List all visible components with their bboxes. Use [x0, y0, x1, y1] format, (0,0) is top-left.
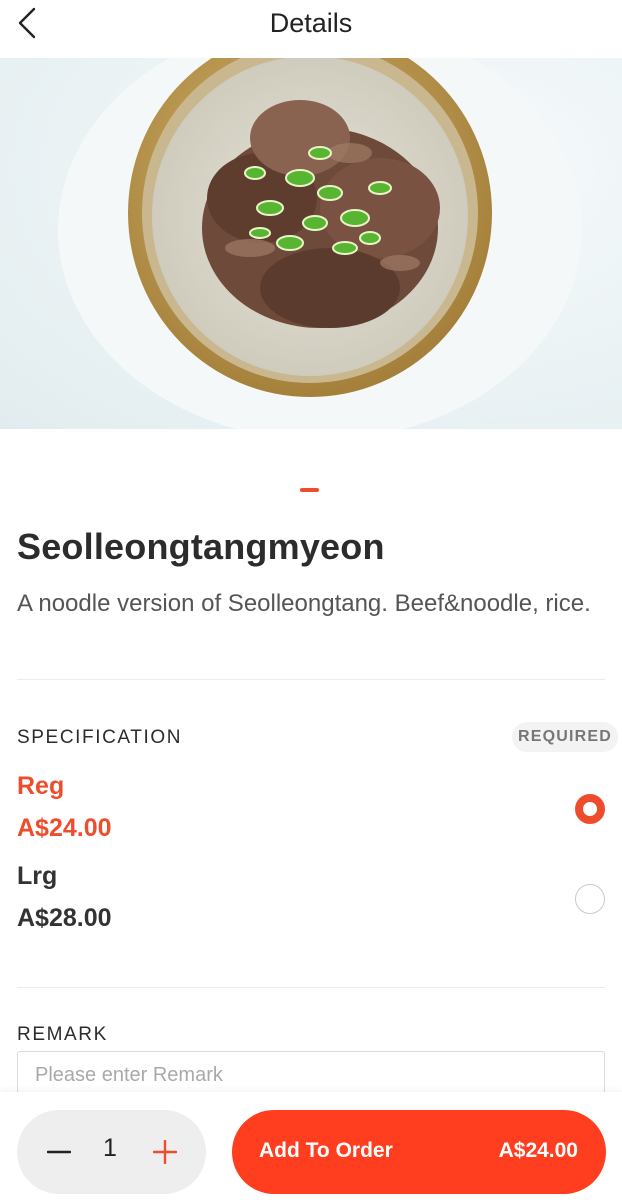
product-name: Seolleongtangmyeon	[17, 526, 385, 567]
remark-label: REMARK	[17, 1024, 108, 1045]
page-title: Details	[269, 8, 353, 38]
specification-label: SPECIFICATION	[17, 727, 183, 748]
header-bar: Details	[0, 0, 622, 50]
option-name: Lrg	[17, 862, 58, 890]
order-total: A$24.00	[498, 1139, 578, 1162]
product-image	[0, 58, 622, 429]
quantity-stepper: 1	[17, 1110, 206, 1194]
product-description: A noodle version of Seolleongtang. Beef&…	[17, 590, 591, 617]
option-reg[interactable]: Reg A$24.00	[0, 772, 622, 858]
divider	[17, 679, 605, 680]
option-lrg[interactable]: Lrg A$28.00	[0, 862, 622, 948]
add-to-order-label: Add To Order	[259, 1139, 393, 1162]
option-price: A$24.00	[17, 814, 112, 842]
option-name: Reg	[17, 772, 65, 800]
minus-icon	[47, 1150, 71, 1154]
add-to-order-button[interactable]: Add To Order A$24.00	[232, 1110, 606, 1194]
radio-selected-icon[interactable]	[575, 794, 605, 824]
sheet-handle	[300, 488, 319, 492]
option-price: A$28.00	[17, 904, 112, 932]
radio-unselected-icon[interactable]	[575, 884, 605, 914]
required-badge: REQUIRED	[512, 722, 619, 752]
increase-button[interactable]	[145, 1132, 185, 1172]
order-bar: 1 Add To Order A$24.00	[0, 1092, 622, 1200]
decrease-button[interactable]	[39, 1132, 79, 1172]
plus-icon	[153, 1140, 177, 1164]
quantity-value: 1	[103, 1134, 117, 1162]
divider	[17, 987, 605, 988]
